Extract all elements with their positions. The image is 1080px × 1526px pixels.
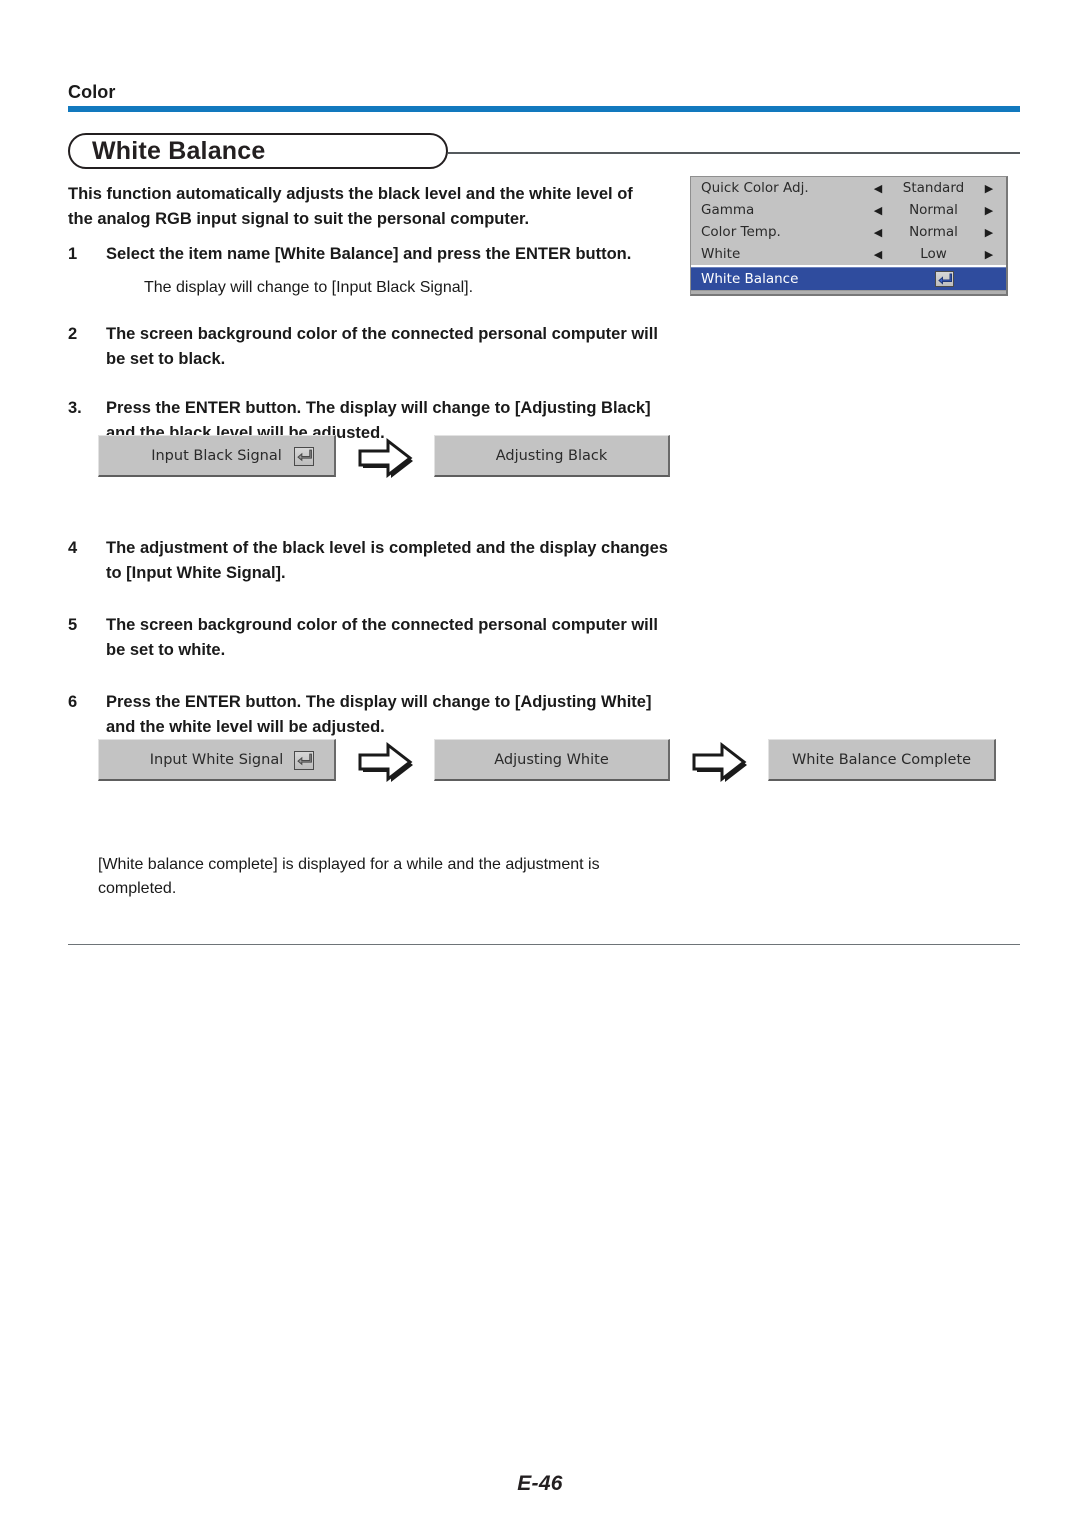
step-number: 3. — [68, 399, 82, 417]
step-number: 1 — [68, 245, 78, 263]
right-arrow-icon[interactable]: ▶ — [980, 183, 998, 194]
osd-row-label: Gamma — [701, 202, 755, 218]
page-number: E-46 — [517, 1472, 563, 1495]
enter-key-icon[interactable] — [294, 447, 314, 466]
step-item: 2 The screen background color of the con… — [68, 322, 668, 372]
osd-row-value: Low — [920, 246, 947, 262]
step-text: The screen background color of the conne… — [106, 325, 658, 368]
right-arrow-icon — [354, 737, 416, 783]
closing-paragraph: [White balance complete] is displayed fo… — [98, 856, 600, 897]
left-arrow-icon[interactable]: ◀ — [869, 249, 887, 260]
osd-row-color-temp[interactable]: Color Temp. ◀ Normal ▶ — [691, 221, 1006, 243]
adjusting-black-label: Adjusting Black — [495, 447, 608, 464]
step-note: The display will change to [Input Black … — [144, 279, 474, 296]
left-arrow-icon[interactable]: ◀ — [869, 205, 887, 216]
page-title-text: White Balance — [92, 136, 266, 165]
right-arrow-icon[interactable]: ▶ — [980, 205, 998, 216]
step-number: 6 — [68, 693, 78, 711]
white-balance-complete-label: White Balance Complete — [791, 751, 972, 768]
step-text: The adjustment of the black level is com… — [106, 539, 668, 582]
step-number: 5 — [68, 616, 78, 634]
flow-diagram-black: Input Black Signal Adjusting Black — [98, 433, 670, 479]
section-label: Color — [68, 82, 116, 102]
step-item: 5 The screen background color of the con… — [68, 613, 668, 663]
page-title: White Balance — [68, 133, 448, 169]
osd-row-label: White Balance — [701, 271, 799, 287]
osd-row-label: White — [701, 246, 741, 262]
step-item: 1 Select the item name [White Balance] a… — [68, 242, 668, 300]
step-text: Select the item name [White Balance] and… — [106, 245, 632, 263]
document-page: Color White Balance This function automa… — [0, 0, 1080, 1526]
step-text: Press the ENTER button. The display will… — [106, 693, 652, 736]
osd-row-value: Normal — [909, 202, 958, 218]
section-title-block: White Balance — [68, 133, 1020, 171]
steps-list-first: 1 Select the item name [White Balance] a… — [68, 242, 668, 464]
left-arrow-icon[interactable]: ◀ — [869, 183, 887, 194]
input-black-signal-label: Input Black Signal — [151, 447, 282, 464]
step-number: 2 — [68, 325, 78, 343]
adjusting-white-label: Adjusting White — [494, 751, 609, 768]
right-arrow-icon[interactable]: ▶ — [980, 249, 998, 260]
osd-row-gamma[interactable]: Gamma ◀ Normal ▶ — [691, 199, 1006, 221]
adjusting-black-button: Adjusting Black — [434, 435, 670, 477]
title-tail-rule — [448, 152, 1020, 154]
input-black-signal-button[interactable]: Input Black Signal — [98, 435, 336, 477]
left-arrow-icon[interactable]: ◀ — [869, 227, 887, 238]
right-arrow-icon[interactable]: ▶ — [980, 227, 998, 238]
osd-footer-strip — [691, 290, 1006, 294]
osd-row-quick-color-adj[interactable]: Quick Color Adj. ◀ Standard ▶ — [691, 177, 1006, 199]
osd-row-label: Quick Color Adj. — [701, 180, 809, 196]
osd-row-value: Normal — [909, 224, 958, 240]
intro-paragraph: This function automatically adjusts the … — [68, 185, 633, 228]
input-white-signal-button[interactable]: Input White Signal — [98, 739, 336, 781]
step-number: 4 — [68, 539, 78, 557]
enter-key-icon[interactable] — [294, 751, 314, 770]
osd-row-label: Color Temp. — [701, 224, 781, 240]
osd-menu: Quick Color Adj. ◀ Standard ▶ Gamma ◀ No… — [690, 176, 1008, 296]
input-white-signal-label: Input White Signal — [149, 751, 284, 768]
header-accent-rule — [68, 106, 1020, 112]
flow-diagram-white: Input White Signal Adjusting White White… — [98, 737, 996, 783]
right-arrow-icon — [688, 737, 750, 783]
bottom-rule — [68, 944, 1020, 945]
enter-key-icon[interactable] — [935, 271, 954, 287]
osd-row-white[interactable]: White ◀ Low ▶ — [691, 243, 1006, 265]
step-item: 6 Press the ENTER button. The display wi… — [68, 690, 668, 740]
right-arrow-icon — [354, 433, 416, 479]
white-balance-complete-button: White Balance Complete — [768, 739, 996, 781]
step-text: The screen background color of the conne… — [106, 616, 658, 659]
osd-row-white-balance[interactable]: White Balance — [691, 267, 1006, 290]
osd-row-value: Standard — [902, 180, 965, 196]
adjusting-white-button: Adjusting White — [434, 739, 670, 781]
step-item: 4 The adjustment of the black level is c… — [68, 536, 668, 586]
steps-list-second: 4 The adjustment of the black level is c… — [68, 536, 668, 758]
